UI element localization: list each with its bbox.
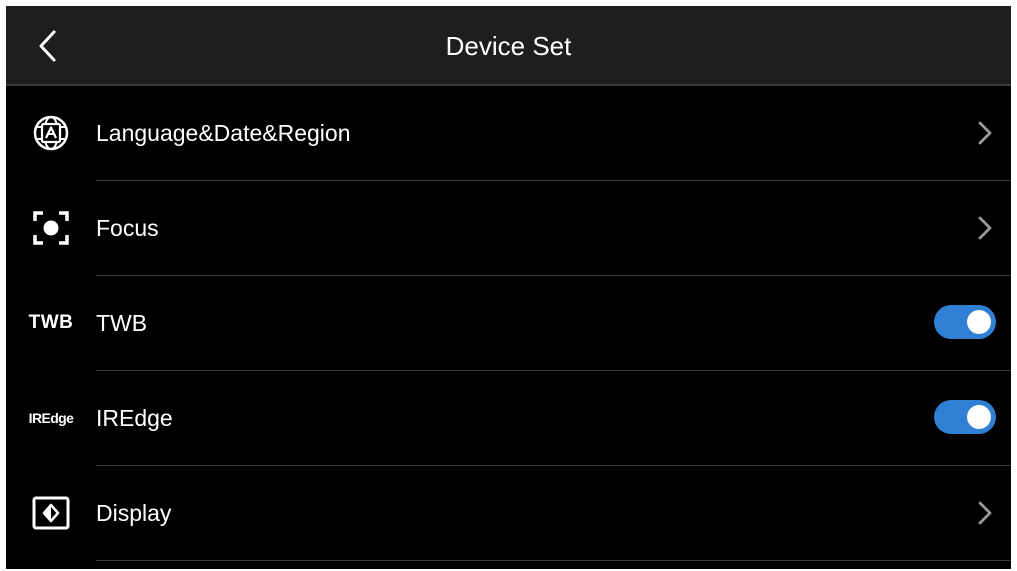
- iredge-icon-text: IREdge: [28, 410, 74, 426]
- settings-item-label: TWB: [96, 310, 148, 336]
- iredge-text-icon: IREdge: [20, 398, 82, 438]
- chevron-left-icon: [39, 30, 56, 62]
- page-title: Device Set: [445, 31, 572, 61]
- divider: [96, 560, 1011, 561]
- settings-item-label: IREdge: [96, 405, 173, 431]
- settings-item-label: Focus: [96, 215, 159, 241]
- display-brightness-icon: [20, 493, 82, 533]
- settings-item-language-date-region[interactable]: Language&Date&Region: [6, 86, 1011, 181]
- settings-item-display[interactable]: Display: [6, 466, 1011, 561]
- settings-item-twb: TWB TWB: [6, 276, 1011, 371]
- twb-icon-text: TWB: [28, 312, 74, 333]
- settings-item-label: Language&Date&Region: [96, 120, 351, 146]
- twb-toggle[interactable]: [934, 305, 996, 339]
- settings-list: Language&Date&Region Focus TWB TWB IREdg…: [6, 86, 1011, 561]
- toggle-knob: [967, 405, 991, 429]
- back-button[interactable]: [28, 26, 68, 66]
- globe-language-icon: [20, 113, 82, 153]
- chevron-right-icon: [978, 216, 992, 240]
- twb-text-icon: TWB: [20, 303, 82, 343]
- toggle-knob: [967, 310, 991, 334]
- settings-item-focus[interactable]: Focus: [6, 181, 1011, 276]
- settings-item-iredge: IREdge IREdge: [6, 371, 1011, 466]
- chevron-right-icon: [978, 501, 992, 525]
- iredge-toggle[interactable]: [934, 400, 996, 434]
- chevron-right-icon: [978, 121, 992, 145]
- settings-item-label: Display: [96, 500, 172, 526]
- top-bar: Device Set: [6, 6, 1011, 86]
- device-set-screen: Device Set Language&Date&Region Focus TW…: [6, 6, 1011, 569]
- focus-icon: [20, 208, 82, 248]
